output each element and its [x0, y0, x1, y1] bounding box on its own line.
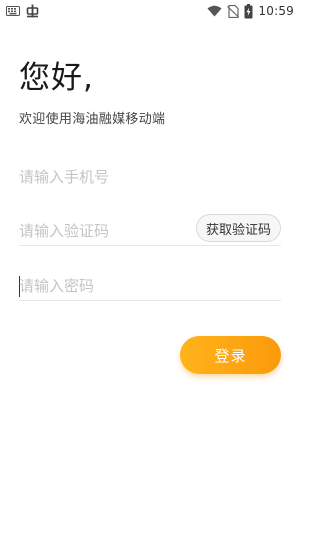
status-bar: 10:59: [0, 0, 300, 22]
status-bar-right: 10:59: [207, 3, 294, 19]
password-field: [19, 271, 281, 301]
phone-field: [19, 162, 281, 192]
status-bar-left: [6, 4, 39, 18]
get-code-button[interactable]: 获取验证码: [196, 214, 281, 242]
no-sim-icon: [227, 4, 240, 18]
verification-code-input[interactable]: [19, 216, 189, 246]
login-button[interactable]: 登录: [180, 336, 281, 374]
phone-input[interactable]: [19, 162, 281, 192]
battery-charging-icon: [244, 3, 253, 19]
bug-icon: [26, 4, 39, 18]
greeting-subtitle: 欢迎使用海油融媒移动端: [19, 112, 166, 127]
status-time: 10:59: [258, 4, 294, 18]
greeting-title: 您好,: [19, 60, 94, 96]
verification-code-field: 获取验证码: [19, 214, 281, 246]
password-input[interactable]: [19, 271, 281, 301]
keyboard-icon: [6, 6, 20, 16]
wifi-icon: [207, 5, 222, 17]
